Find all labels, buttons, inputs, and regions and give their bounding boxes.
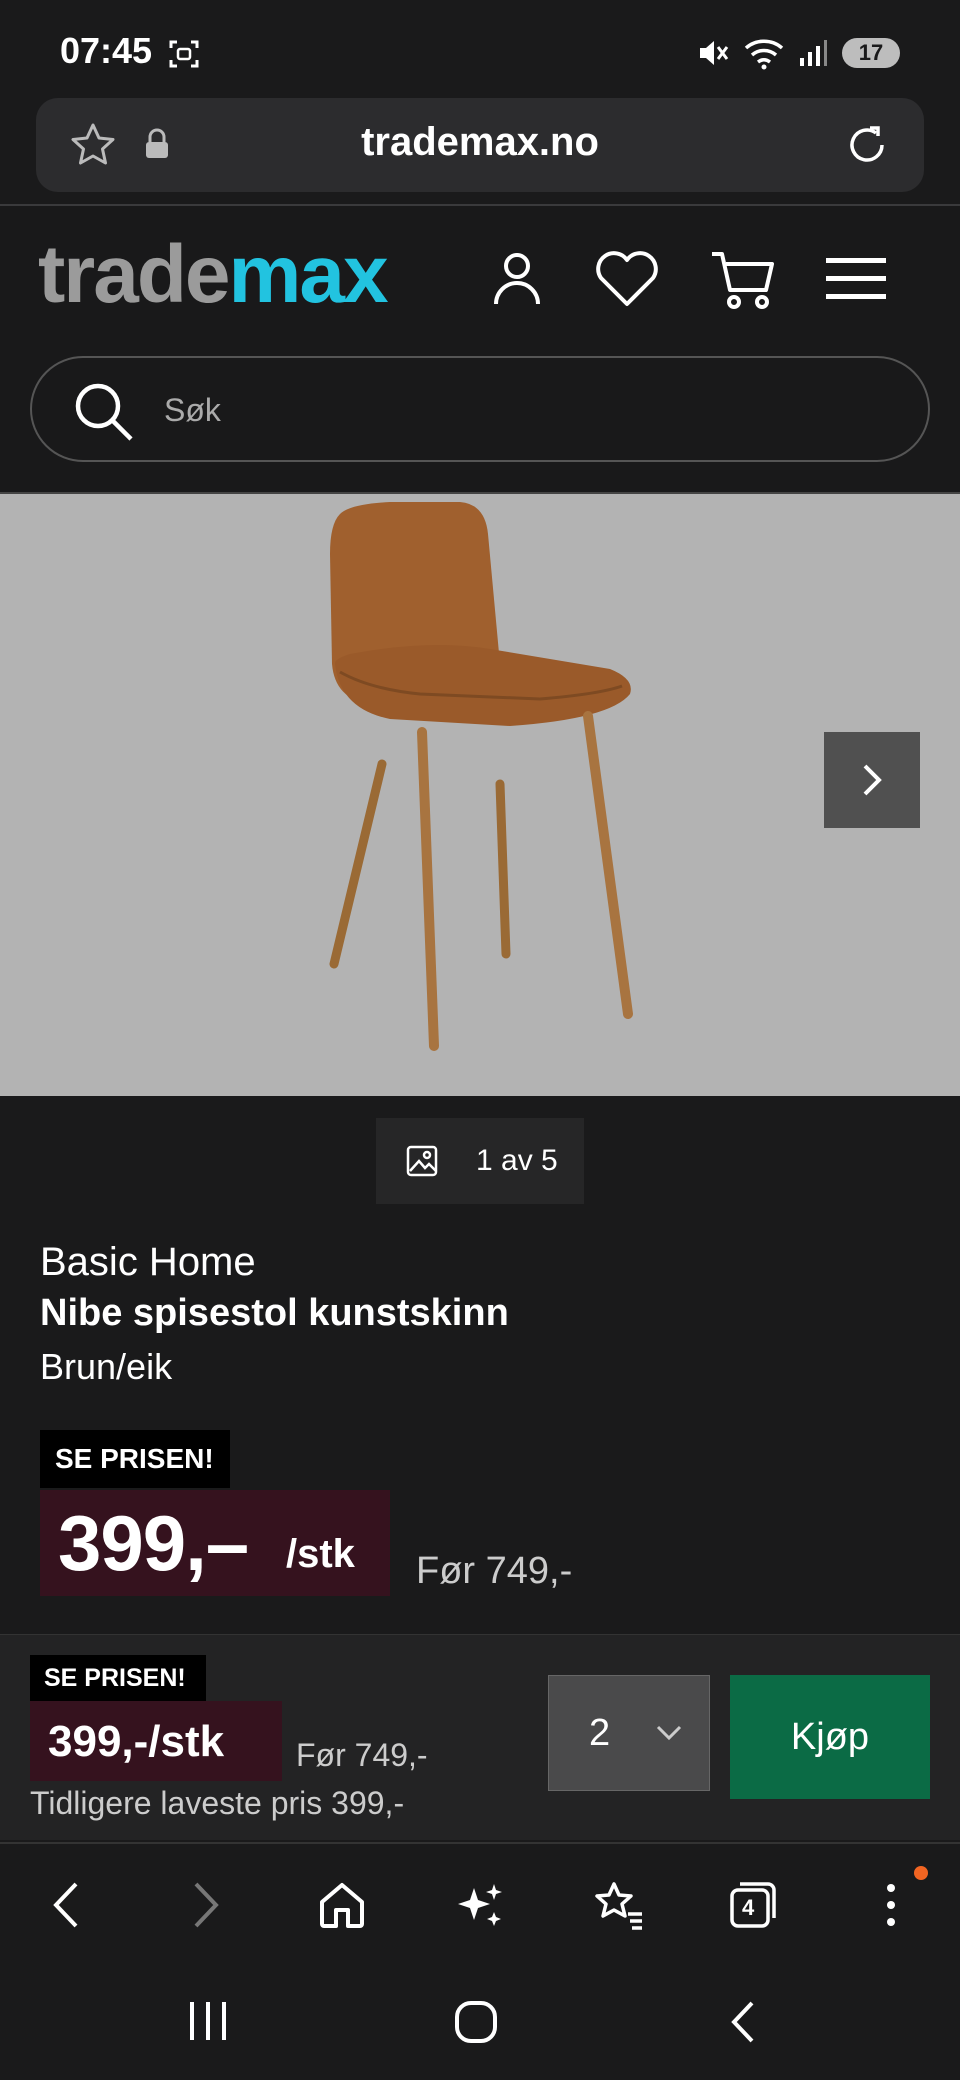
image-counter[interactable]: 1 av 5 — [376, 1118, 584, 1204]
sticky-buy-bar: SE PRISEN! 399,-/stk Før 749,- Tidligere… — [0, 1634, 960, 1840]
image-icon — [406, 1145, 438, 1177]
product-brand[interactable]: Basic Home — [40, 1240, 256, 1285]
mute-icon — [700, 41, 729, 65]
price-badge: SE PRISEN! — [40, 1430, 230, 1488]
tabs-count: 4 — [742, 1895, 755, 1920]
search-placeholder: Søk — [164, 392, 221, 428]
quantity-value: 2 — [589, 1712, 611, 1754]
battery-indicator: 17 — [842, 38, 900, 68]
lowest-price-note: Tidligere laveste pris 399,- — [30, 1785, 405, 1821]
system-back-icon[interactable] — [728, 2000, 758, 2044]
quantity-select[interactable]: 2 — [548, 1675, 710, 1791]
chevron-right-icon — [863, 764, 882, 796]
next-image-button[interactable] — [824, 732, 920, 828]
wishlist-heart-icon[interactable] — [592, 246, 662, 310]
reload-icon[interactable] — [842, 120, 892, 170]
sticky-price: 399,-/stk — [30, 1701, 282, 1781]
home-icon[interactable] — [316, 1880, 368, 1930]
account-icon[interactable] — [488, 246, 546, 310]
buy-button[interactable]: Kjøp — [730, 1675, 930, 1799]
product-name: Nibe spisestol kunstskinn — [40, 1292, 509, 1334]
menu-icon[interactable] — [826, 256, 886, 300]
screen-capture-icon — [169, 40, 199, 68]
signal-icon — [800, 40, 827, 66]
bookmarks-icon[interactable] — [590, 1880, 646, 1932]
status-icons: 17 — [696, 36, 900, 70]
trademax-logo[interactable]: trademax — [38, 228, 389, 322]
sticky-price-value: 399,-/stk — [48, 1717, 225, 1766]
price-unit: /stk — [286, 1532, 355, 1576]
search-input[interactable]: Søk — [30, 356, 930, 462]
product-price: 399,– /stk — [40, 1490, 390, 1596]
system-navigation-bar — [0, 1962, 960, 2080]
notification-dot — [914, 1866, 928, 1880]
chair-product-image — [329, 502, 633, 1051]
home-circle-icon[interactable] — [454, 2000, 498, 2044]
price-badge-sticky: SE PRISEN! — [30, 1655, 206, 1701]
address-bar[interactable]: trademax.no — [36, 98, 924, 192]
before-price: Før 749,- — [416, 1550, 573, 1592]
cart-icon[interactable] — [708, 246, 778, 316]
status-bar: 07:45 17 — [0, 0, 960, 100]
forward-icon[interactable] — [188, 1880, 224, 1930]
site-header: trademax Søk — [0, 206, 960, 492]
back-icon[interactable] — [48, 1880, 84, 1930]
wifi-icon — [744, 39, 784, 70]
product-variant: Brun/eik — [40, 1346, 173, 1387]
image-counter-text: 1 av 5 — [476, 1144, 558, 1177]
more-menu-icon[interactable] — [884, 1880, 898, 1930]
browser-toolbar: 4 — [0, 1842, 960, 1962]
search-icon — [75, 383, 133, 441]
ai-sparkle-icon[interactable] — [454, 1880, 506, 1932]
status-time: 07:45 — [60, 30, 153, 71]
recent-apps-icon[interactable] — [188, 2000, 228, 2042]
price-value: 399,– — [58, 1499, 249, 1587]
product-image-gallery[interactable] — [0, 492, 960, 1096]
tabs-button[interactable]: 4 — [728, 1880, 778, 1930]
url-text[interactable]: trademax.no — [36, 120, 924, 165]
chevron-down-icon — [656, 1725, 682, 1741]
sticky-before-price: Før 749,- — [296, 1737, 428, 1773]
